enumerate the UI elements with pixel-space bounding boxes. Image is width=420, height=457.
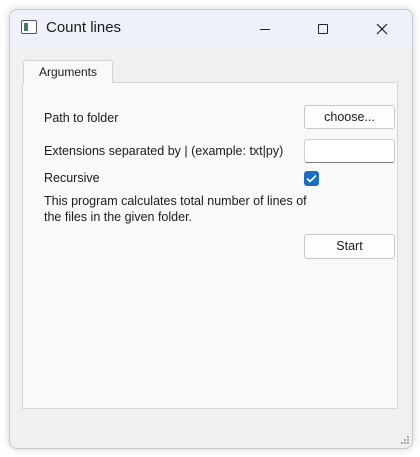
description-line-2: the files in the given folder. [44, 210, 193, 224]
close-icon [376, 23, 388, 35]
description-text: This program calculates total number of … [44, 193, 307, 225]
resize-grip-icon[interactable] [400, 435, 410, 445]
app-window: Count lines Arguments Path to folder cho… [9, 9, 413, 449]
tab-arguments[interactable]: Arguments [23, 60, 113, 83]
minimize-button[interactable] [236, 10, 294, 48]
path-label: Path to folder [44, 111, 119, 125]
close-button[interactable] [353, 10, 411, 48]
minimize-icon [260, 28, 270, 30]
start-button[interactable]: Start [304, 234, 395, 259]
extensions-input[interactable] [304, 139, 395, 163]
description-line-1: This program calculates total number of … [44, 194, 307, 208]
maximize-icon [318, 24, 328, 34]
recursive-label: Recursive [44, 171, 100, 185]
recursive-checkbox[interactable] [304, 171, 319, 186]
arguments-panel: Path to folder choose... Extensions sepa… [22, 82, 398, 409]
app-window-icon [21, 20, 37, 34]
maximize-button[interactable] [294, 10, 352, 48]
choose-folder-button[interactable]: choose... [304, 105, 395, 129]
checkmark-icon [306, 174, 317, 183]
window-title: Count lines [46, 19, 122, 36]
title-bar[interactable]: Count lines [10, 10, 412, 48]
extensions-label: Extensions separated by | (example: txt|… [44, 144, 284, 158]
